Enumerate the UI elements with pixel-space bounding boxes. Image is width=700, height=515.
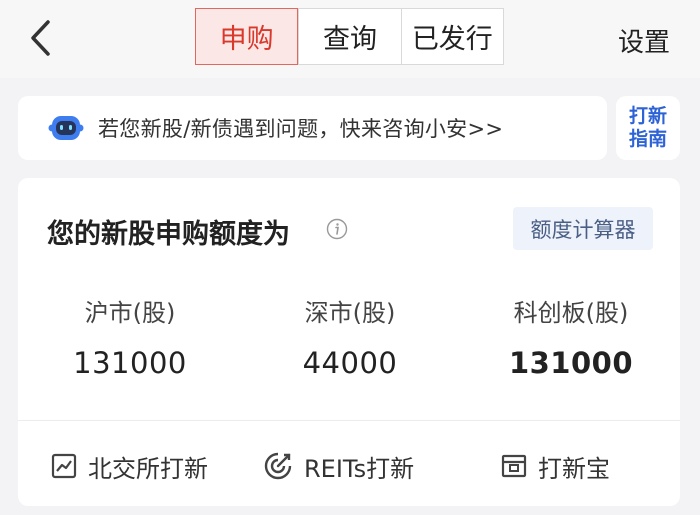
market-sh-value: 131000 bbox=[73, 346, 187, 380]
banner-text: 若您新股/新债遇到问题，快来咨询小安>> bbox=[98, 117, 504, 141]
divider bbox=[18, 420, 680, 421]
quota-calculator-button[interactable]: 额度计算器 bbox=[513, 207, 653, 250]
tab-bar: 申购 查询 已发行 bbox=[195, 8, 504, 65]
bse-ipo-label: 北交所打新 bbox=[88, 454, 208, 483]
tab-query[interactable]: 查询 bbox=[298, 9, 400, 64]
back-button[interactable] bbox=[22, 16, 58, 60]
bse-ipo-button[interactable]: 北交所打新 bbox=[50, 448, 208, 484]
guide-label-line1: 打新 bbox=[628, 105, 667, 127]
robot-icon bbox=[48, 116, 84, 140]
tab-subscribe[interactable]: 申购 bbox=[195, 8, 299, 65]
assistant-banner[interactable]: 若您新股/新债遇到问题，快来咨询小安>> bbox=[18, 96, 607, 160]
guide-label-line2: 指南 bbox=[628, 128, 667, 150]
reits-ipo-button[interactable]: REITs打新 bbox=[262, 448, 414, 484]
ipo-treasure-button[interactable]: 打新宝 bbox=[500, 448, 610, 484]
market-star-value: 131000 bbox=[508, 346, 634, 380]
box-icon bbox=[501, 454, 527, 478]
market-sh-label: 沪市(股) bbox=[84, 299, 176, 327]
market-star: 科创板(股) 131000 bbox=[461, 293, 681, 380]
target-icon bbox=[264, 452, 292, 480]
tab-issued[interactable]: 已发行 bbox=[400, 9, 503, 64]
market-star-label: 科创板(股) bbox=[513, 299, 629, 327]
top-bar: 申购 查询 已发行 设置 bbox=[0, 0, 700, 78]
reits-ipo-label: REITs打新 bbox=[304, 454, 415, 483]
market-sz-label: 深市(股) bbox=[304, 299, 396, 327]
ipo-treasure-label: 打新宝 bbox=[538, 454, 610, 483]
market-sz: 深市(股) 44000 bbox=[240, 293, 460, 380]
quota-card: 您的新股申购额度为 额度计算器 沪市(股) 131000 深市(股) 44000… bbox=[18, 178, 680, 506]
market-sz-value: 44000 bbox=[302, 346, 398, 380]
quota-title: 您的新股申购额度为 bbox=[47, 219, 290, 250]
chevron-left-icon bbox=[31, 20, 50, 56]
info-icon[interactable] bbox=[326, 218, 348, 240]
market-sh: 沪市(股) 131000 bbox=[20, 293, 240, 380]
chart-icon bbox=[51, 453, 77, 479]
settings-button[interactable]: 设置 bbox=[618, 22, 670, 59]
ipo-guide-button[interactable]: 打新 指南 bbox=[616, 96, 680, 160]
